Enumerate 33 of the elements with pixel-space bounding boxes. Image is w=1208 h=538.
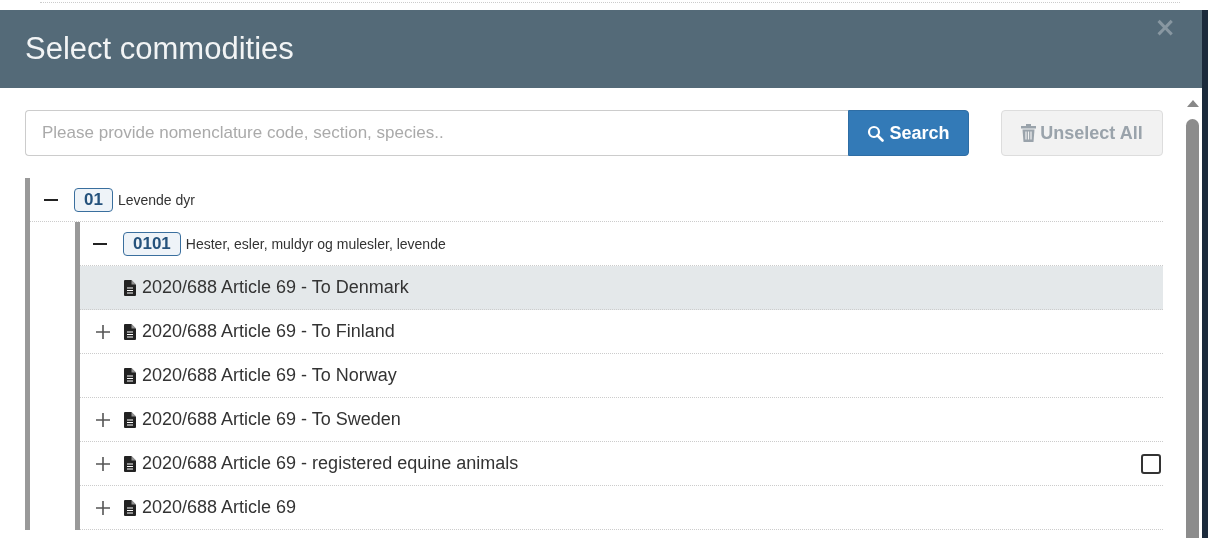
leaf-label: 2020/688 Article 69 - To Denmark (142, 277, 410, 298)
dialog-title: Select commodities (25, 31, 294, 67)
leaf-label: 2020/688 Article 69 (142, 497, 298, 518)
search-button[interactable]: Search (848, 110, 969, 156)
tree-leaf[interactable]: 2020/688 Article 69 - To Denmark (80, 266, 1163, 310)
file-icon (124, 323, 136, 340)
expand-icon[interactable] (94, 498, 112, 517)
node-label: Levende dyr (117, 191, 195, 208)
search-icon (867, 124, 885, 142)
code-tag: 0101 (123, 231, 181, 256)
tree-leaf[interactable]: 2020/688 Article 69 - To Sweden (80, 398, 1163, 442)
tree-leaf[interactable]: 2020/688 Article 69 - To Finland (80, 310, 1163, 354)
expand-icon[interactable] (94, 454, 112, 473)
expand-icon[interactable] (94, 410, 112, 429)
expand-icon[interactable] (94, 322, 112, 341)
leaf-label: 2020/688 Article 69 - registered equine animals (142, 453, 520, 474)
tree-leaf[interactable]: 2020/688 Article 69 (80, 486, 1163, 530)
file-icon (124, 499, 136, 516)
file-icon (124, 455, 136, 472)
tree-leaf[interactable]: 2020/688 Article 69 - To Norway (80, 354, 1163, 398)
code-tag: 01 (74, 187, 113, 212)
file-icon (124, 279, 136, 296)
trash-icon (1021, 124, 1037, 142)
search-field[interactable]: Please provide nomenclature code, section, species.. (25, 110, 848, 156)
file-icon (124, 411, 136, 428)
leaf-label: 2020/688 Article 69 - To Finland (142, 321, 396, 342)
leaf-label: 2020/688 Article 69 - To Sweden (142, 409, 402, 430)
tree-leaf[interactable]: 2020/688 Article 69 - registered equine animals (80, 442, 1163, 486)
leaf-label: 2020/688 Article 69 - To Norway (142, 365, 398, 386)
node-label: Hester, esler, muldyr og mulesler, levende (185, 235, 446, 252)
checkbox[interactable] (1141, 453, 1161, 474)
file-icon (124, 367, 136, 384)
tree-node[interactable]: 01 Levende dyr (30, 178, 1163, 222)
